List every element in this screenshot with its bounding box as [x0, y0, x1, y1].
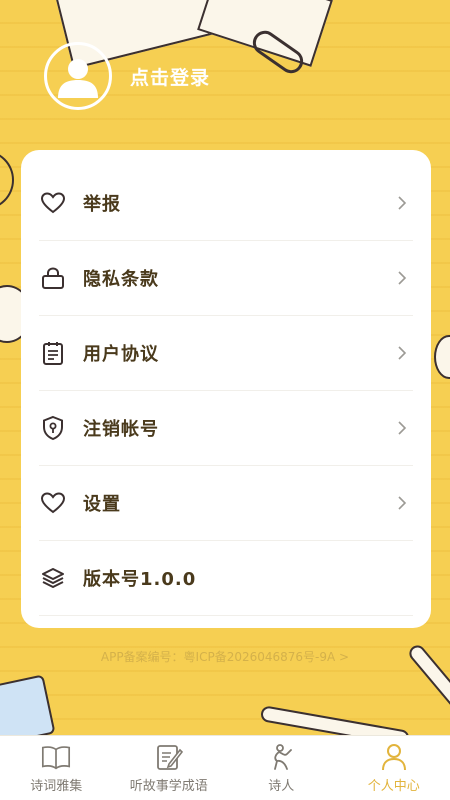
menu-item-version: 版本号1.0.0: [39, 541, 413, 616]
poet-figure-icon: [265, 742, 297, 772]
heart-icon: [39, 489, 67, 517]
tab-label: 听故事学成语: [129, 779, 208, 794]
version-label: 版本号1.0.0: [83, 569, 197, 590]
menu-item-delete-account[interactable]: 注销帐号: [39, 391, 413, 466]
menu-item-label: 用户协议: [83, 344, 159, 365]
block-illustration: [0, 674, 56, 735]
menu-item-report[interactable]: 举报: [39, 166, 413, 241]
chevron-right-icon: [395, 418, 409, 438]
chevron-right-icon: [395, 193, 409, 213]
menu-item-label: 隐私条款: [83, 269, 159, 290]
menu-item-privacy[interactable]: 隐私条款: [39, 241, 413, 316]
shield-keyhole-icon: [39, 414, 67, 442]
book-icon: [40, 742, 72, 772]
menu-card: 举报 隐私条款 用户协议 注销帐号 设置 版本号1.0.0: [21, 150, 431, 628]
avatar[interactable]: [44, 42, 112, 110]
menu-item-label: 注销帐号: [83, 419, 159, 440]
curve-illustration: [0, 150, 14, 210]
lock-icon: [39, 264, 67, 292]
layers-icon: [39, 564, 67, 592]
menu-item-user-agreement[interactable]: 用户协议: [39, 316, 413, 391]
clipboard-icon: [39, 339, 67, 367]
tab-personal-center[interactable]: 个人中心: [338, 736, 450, 800]
circle-illustration: [434, 335, 450, 379]
menu-item-label: 设置: [83, 494, 121, 515]
login-profile[interactable]: 点击登录: [44, 42, 210, 110]
menu-item-label: 举报: [83, 194, 121, 215]
menu-item-settings[interactable]: 设置: [39, 466, 413, 541]
tab-label: 诗人: [268, 779, 295, 794]
chevron-right-icon: [395, 343, 409, 363]
pen-illustration: [259, 705, 411, 735]
tab-poets[interactable]: 诗人: [225, 736, 338, 800]
chevron-right-icon: [395, 493, 409, 513]
tab-idiom-stories[interactable]: 听故事学成语: [113, 736, 226, 800]
tab-label: 个人中心: [367, 779, 420, 794]
bottom-tab-bar: 诗词雅集 听故事学成语 诗人 个人中心: [0, 735, 450, 800]
tab-label: 诗词雅集: [30, 779, 83, 794]
user-silhouette-icon: [58, 59, 98, 98]
tab-poetry-collection[interactable]: 诗词雅集: [0, 736, 113, 800]
person-icon: [378, 742, 410, 772]
login-label[interactable]: 点击登录: [130, 63, 210, 90]
icp-record-link[interactable]: APP备案编号：粤ICP备2026046876号-9A >: [0, 648, 450, 665]
notepad-pen-icon: [153, 742, 185, 772]
heart-icon: [39, 189, 67, 217]
chevron-right-icon: [395, 268, 409, 288]
